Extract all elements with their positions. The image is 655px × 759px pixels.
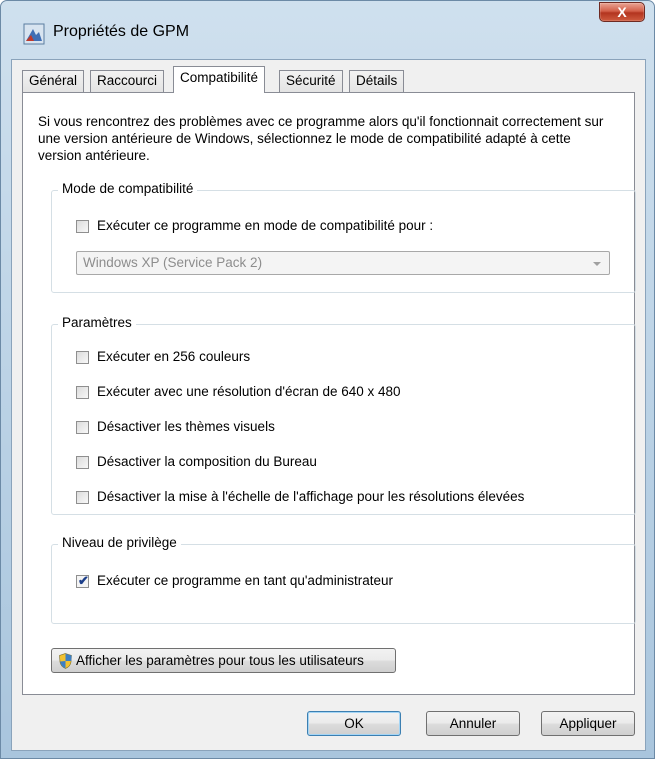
cancel-button[interactable]: Annuler <box>426 711 520 736</box>
settings-option-label: Exécuter en 256 couleurs <box>97 349 251 364</box>
apply-button[interactable]: Appliquer <box>541 711 635 736</box>
settings-checkbox[interactable] <box>76 386 89 399</box>
settings-checkbox[interactable] <box>76 351 89 364</box>
window-title: Propriétés de GPM <box>53 23 190 40</box>
app-icon <box>23 23 45 45</box>
show-all-users-label: Afficher les paramètres pour tous les ut… <box>76 653 364 668</box>
uac-shield-icon <box>59 653 72 669</box>
settings-option-label: Désactiver les thèmes visuels <box>97 419 275 434</box>
settings-checkbox[interactable] <box>76 491 89 504</box>
settings-option-label: Désactiver la composition du Bureau <box>97 454 317 469</box>
tab-raccourci[interactable]: Raccourci <box>90 70 165 92</box>
compat-os-select[interactable]: Windows XP (Service Pack 2) <box>76 251 610 275</box>
compat-mode-checkbox[interactable] <box>76 220 89 233</box>
settings-option-label: Désactiver la mise à l'échelle de l'affi… <box>97 489 525 504</box>
dialog-client-area: Général Raccourci Compatibilité Sécurité… <box>11 59 646 751</box>
privilege-group: Niveau de privilège ✔ Exécuter ce progra… <box>51 535 636 624</box>
compat-os-select-value: Windows XP (Service Pack 2) <box>83 255 263 270</box>
settings-option-label: Exécuter avec une résolution d'écran de … <box>97 384 401 399</box>
settings-checkbox[interactable] <box>76 421 89 434</box>
intro-text: Si vous rencontrez des problèmes avec ce… <box>38 114 604 163</box>
dropdown-arrow-icon <box>593 262 601 266</box>
settings-checkbox[interactable] <box>76 456 89 469</box>
privilege-legend: Niveau de privilège <box>58 535 181 550</box>
compat-mode-legend: Mode de compatibilité <box>58 181 198 196</box>
checkmark-icon: ✔ <box>78 573 89 588</box>
title-bar[interactable]: Propriétés de GPM X <box>1 1 654 59</box>
compatibility-tab-panel: Si vous rencontrez des problèmes avec ce… <box>22 92 636 695</box>
properties-window: Propriétés de GPM X Général Raccourci Co… <box>0 0 655 759</box>
run-as-admin-checkbox[interactable]: ✔ <box>76 573 89 588</box>
show-all-users-settings-button[interactable]: Afficher les paramètres pour tous les ut… <box>51 648 396 673</box>
settings-group: Paramètres Exécuter en 256 couleurs Exéc… <box>51 315 636 515</box>
tab-details[interactable]: Détails <box>349 70 405 92</box>
tab-general[interactable]: Général <box>22 70 85 92</box>
settings-legend: Paramètres <box>58 315 136 330</box>
ok-button[interactable]: OK <box>307 711 401 736</box>
tab-securite[interactable]: Sécurité <box>279 70 343 92</box>
compat-mode-group: Mode de compatibilité Exécuter ce progra… <box>51 181 636 293</box>
tab-compatibilite[interactable]: Compatibilité <box>173 66 266 93</box>
run-as-admin-label: Exécuter ce programme en tant qu'adminis… <box>97 573 393 588</box>
close-button[interactable]: X <box>599 2 645 22</box>
compat-mode-label: Exécuter ce programme en mode de compati… <box>97 218 434 233</box>
